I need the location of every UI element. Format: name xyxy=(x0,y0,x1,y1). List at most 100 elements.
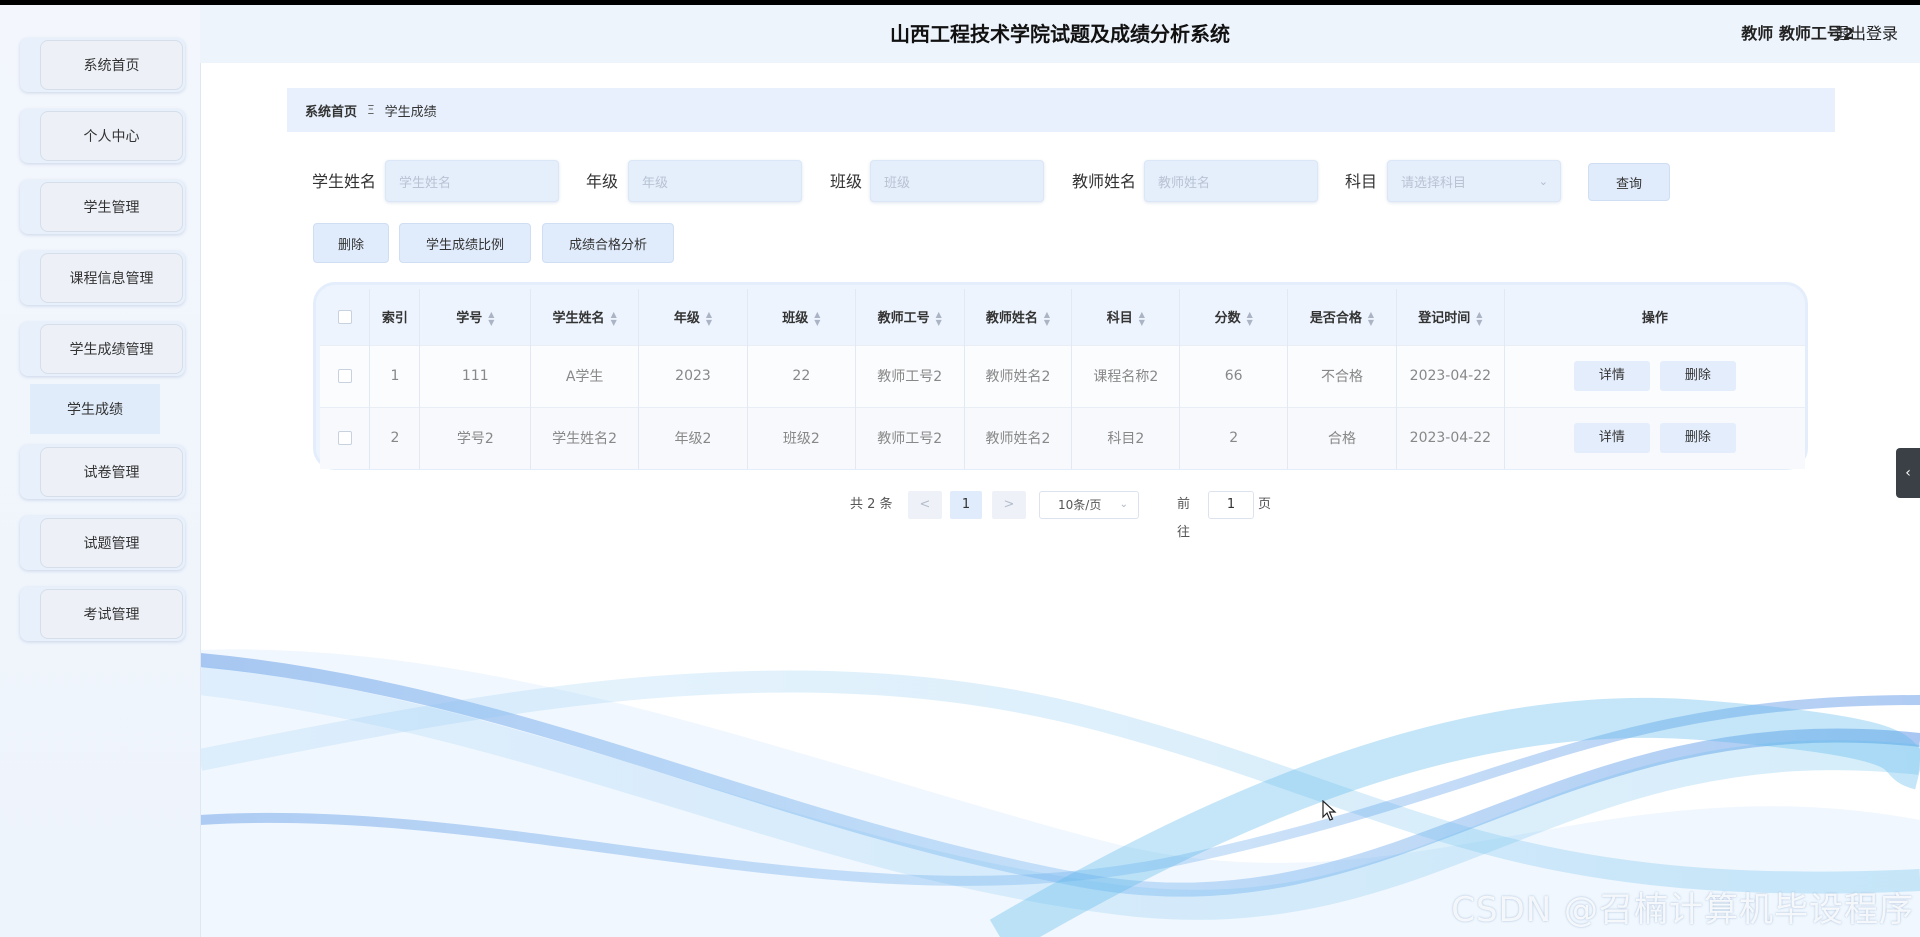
breadcrumb: 系统首页 Ξ 学生成绩 xyxy=(287,88,1835,132)
col-class[interactable]: 班级 ▲ ▼ xyxy=(747,289,856,345)
sort-icon[interactable]: ▲ ▼ xyxy=(936,310,942,327)
sidebar-subitem-student-scores[interactable]: 学生成绩 xyxy=(30,384,160,434)
select-all-checkbox[interactable] xyxy=(337,309,352,324)
col-teacher-name[interactable]: 教师姓名 ▲ ▼ xyxy=(964,289,1073,345)
goto-prefix: 前往 xyxy=(1177,497,1191,540)
scores-table-card: 索引 学号 ▲ ▼ 学生姓名 ▲ ▼ 年级 ▲ ▼ 班级 ▲ ▼ 教师工号 ▲ ▼ 教师姓名 ▲ ▼ 科… xyxy=(313,282,1808,470)
col-label: 登记时间 xyxy=(1418,311,1471,326)
sort-icon[interactable]: ▲ ▼ xyxy=(1247,310,1253,327)
cell-student-no: 学号2 xyxy=(419,406,532,469)
sidebar-item-exam-paper-management[interactable]: 试卷管理 xyxy=(20,445,185,499)
cell-student-no: 111 xyxy=(419,344,532,407)
grade-input[interactable]: 年级 xyxy=(628,160,802,202)
teacher-name-input[interactable]: 教师姓名 xyxy=(1144,160,1318,202)
row-checkbox[interactable] xyxy=(337,431,352,446)
sidebar: 系统首页 个人中心 学生管理 课程信息管理 学生成绩管理 学生成绩 试卷管理 试… xyxy=(0,5,201,937)
goto-page-input[interactable]: 1 xyxy=(1208,491,1254,519)
sidebar-item-score-management[interactable]: 学生成绩管理 xyxy=(20,322,185,376)
col-label: 科目 xyxy=(1106,311,1133,326)
row-checkbox[interactable] xyxy=(337,369,352,383)
breadcrumb-home[interactable]: 系统首页 xyxy=(305,101,357,120)
sidebar-item-student-management[interactable]: 学生管理 xyxy=(20,180,185,234)
cell-grade: 2023 xyxy=(638,344,748,407)
sidebar-item-label: 个人中心 xyxy=(40,111,183,161)
row-delete-button[interactable]: 删除 xyxy=(1659,423,1736,454)
grade-label: 年级 xyxy=(586,172,619,191)
score-ratio-button[interactable]: 学生成绩比例 xyxy=(399,223,531,263)
page-size-select[interactable]: 10条/页 ⌄ xyxy=(1039,491,1139,519)
sidebar-item-label: 学生成绩管理 xyxy=(40,324,183,374)
chevron-down-icon: ⌄ xyxy=(1538,175,1548,188)
prev-page-button[interactable]: < xyxy=(908,491,942,519)
row-checkbox-cell[interactable] xyxy=(320,344,371,407)
collapse-tab-chevron-left-icon[interactable]: ‹ xyxy=(1896,448,1920,498)
sort-icon[interactable]: ▲ ▼ xyxy=(1368,310,1374,327)
cell-teacher-name: 教师姓名2 xyxy=(964,406,1073,469)
col-grade[interactable]: 年级 ▲ ▼ xyxy=(638,289,748,345)
sidebar-item-exam-management[interactable]: 考试管理 xyxy=(20,587,185,641)
sort-icon[interactable]: ▲ ▼ xyxy=(1044,310,1050,327)
cell-student-name: 学生姓名2 xyxy=(530,406,640,469)
table-header-row: 索引 学号 ▲ ▼ 学生姓名 ▲ ▼ 年级 ▲ ▼ 班级 ▲ ▼ 教师工号 ▲ ▼ 教师姓名 ▲ ▼ 科… xyxy=(320,289,1805,345)
col-student-name[interactable]: 学生姓名 ▲ ▼ xyxy=(530,289,640,345)
col-label: 分数 xyxy=(1214,311,1241,326)
sort-icon[interactable]: ▲ ▼ xyxy=(488,310,494,327)
col-passed[interactable]: 是否合格 ▲ ▼ xyxy=(1287,289,1397,345)
watermark-text: CSDN @召楠计算机毕设程序 xyxy=(1451,890,1914,930)
subject-select-placeholder: 请选择科目 xyxy=(1401,175,1467,191)
scores-table: 索引 学号 ▲ ▼ 学生姓名 ▲ ▼ 年级 ▲ ▼ 班级 ▲ ▼ 教师工号 ▲ ▼ 教师姓名 ▲ ▼ 科… xyxy=(320,289,1805,469)
cell-subject: 课程名称2 xyxy=(1071,344,1181,407)
sort-icon[interactable]: ▲ ▼ xyxy=(814,310,820,327)
breadcrumb-current: 学生成绩 xyxy=(384,104,437,120)
pass-analysis-button[interactable]: 成绩合格分析 xyxy=(542,223,674,263)
sidebar-item-home[interactable]: 系统首页 xyxy=(20,38,185,92)
sort-icon[interactable]: ▲ ▼ xyxy=(706,310,712,327)
sort-icon[interactable]: ▲ ▼ xyxy=(1139,310,1145,327)
class-input[interactable]: 班级 xyxy=(870,160,1044,202)
col-label: 学号 xyxy=(456,311,483,326)
col-teacher-no[interactable]: 教师工号 ▲ ▼ xyxy=(855,289,965,345)
query-button[interactable]: 查询 xyxy=(1588,163,1670,201)
detail-button[interactable]: 详情 xyxy=(1573,423,1650,454)
next-page-button[interactable]: > xyxy=(992,491,1026,519)
cell-passed: 不合格 xyxy=(1287,344,1397,407)
col-subject[interactable]: 科目 ▲ ▼ xyxy=(1071,289,1181,345)
col-student-no[interactable]: 学号 ▲ ▼ xyxy=(419,289,532,345)
class-label: 班级 xyxy=(830,172,863,191)
page-size-value: 10条/页 xyxy=(1058,498,1102,512)
cell-class: 班级2 xyxy=(747,406,856,469)
subject-select[interactable]: 请选择科目 ⌄ xyxy=(1387,160,1561,202)
col-time[interactable]: 登记时间 ▲ ▼ xyxy=(1396,289,1505,345)
col-label: 年级 xyxy=(673,311,700,326)
sidebar-item-course-management[interactable]: 课程信息管理 xyxy=(20,251,185,305)
app-title: 山西工程技术学院试题及成绩分析系统 xyxy=(890,22,1230,46)
select-all-checkbox-cell[interactable] xyxy=(320,289,371,345)
page-number-current[interactable]: 1 xyxy=(950,491,982,519)
logout-link[interactable]: 退出登录 xyxy=(1834,5,1898,63)
cell-time: 2023-04-22 xyxy=(1396,344,1505,407)
sort-icon[interactable]: ▲ ▼ xyxy=(611,310,617,327)
delete-button[interactable]: 删除 xyxy=(313,223,389,263)
detail-button[interactable]: 详情 xyxy=(1573,361,1650,391)
top-header: 山西工程技术学院试题及成绩分析系统 教师 教师工号2 退出登录 xyxy=(200,5,1920,63)
pagination-total: 共 2 条 xyxy=(850,497,893,512)
table-row: 2 学号2 学生姓名2 年级2 班级2 教师工号2 教师姓名2 科目2 2 合格… xyxy=(320,406,1805,469)
cell-actions: 详情 删除 xyxy=(1504,406,1805,469)
cell-teacher-name: 教师姓名2 xyxy=(964,344,1073,407)
sidebar-item-personal-center[interactable]: 个人中心 xyxy=(20,109,185,163)
student-name-input[interactable]: 学生姓名 xyxy=(385,160,559,202)
sort-icon[interactable]: ▲ ▼ xyxy=(1476,310,1482,327)
col-label: 班级 xyxy=(782,311,809,326)
col-index: 索引 xyxy=(369,289,421,345)
row-delete-button[interactable]: 删除 xyxy=(1659,361,1736,391)
sidebar-item-question-management[interactable]: 试题管理 xyxy=(20,516,185,570)
col-score[interactable]: 分数 ▲ ▼ xyxy=(1179,289,1289,345)
col-label: 教师姓名 xyxy=(985,311,1038,326)
sidebar-item-label: 试题管理 xyxy=(40,518,183,568)
cell-teacher-no: 教师工号2 xyxy=(855,344,965,407)
col-label: 是否合格 xyxy=(1309,311,1362,326)
student-name-label: 学生姓名 xyxy=(312,172,377,191)
breadcrumb-separator-icon: Ξ xyxy=(367,103,375,117)
row-checkbox-cell[interactable] xyxy=(320,406,371,469)
cell-index: 2 xyxy=(369,406,421,469)
